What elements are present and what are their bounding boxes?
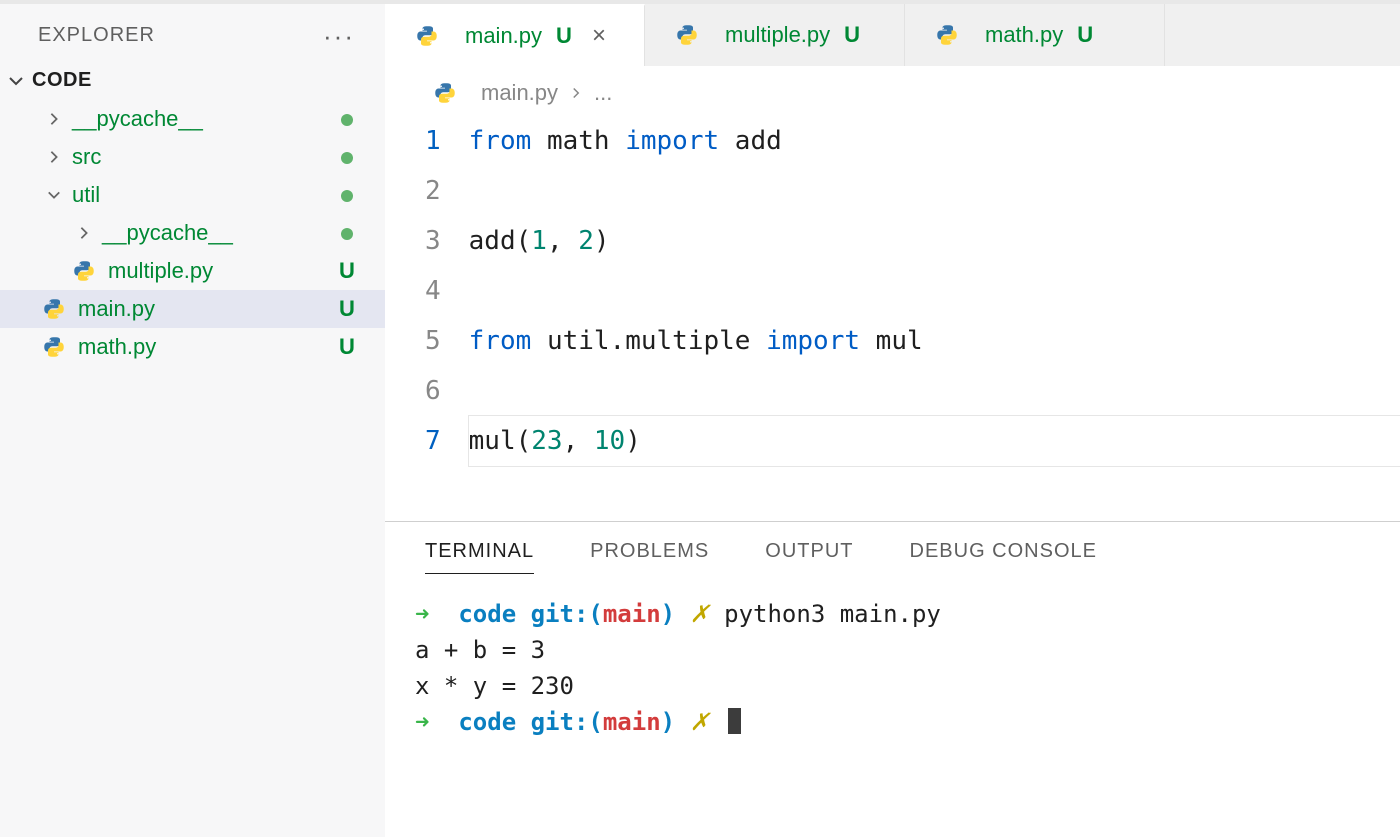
tree-folder-src[interactable]: src xyxy=(0,138,385,176)
bottom-panel: TERMINAL PROBLEMS OUTPUT DEBUG CONSOLE ➜ co… xyxy=(385,521,1400,837)
tree-item-label: main.py xyxy=(78,296,327,322)
breadcrumb-file: main.py xyxy=(481,80,558,106)
prompt-branch: main xyxy=(603,708,661,736)
python-icon xyxy=(72,259,96,283)
chevron-right-icon xyxy=(72,226,96,240)
terminal-line: ➜ code git:(main) ✗ python3 main.py xyxy=(415,596,1400,632)
python-icon xyxy=(415,24,439,48)
python-icon xyxy=(42,335,66,359)
tree-folder--pycache-[interactable]: __pycache__ xyxy=(0,214,385,252)
code-line xyxy=(469,166,1400,216)
code-line: mul(23, 10) xyxy=(469,416,1400,466)
line-number: 6 xyxy=(425,366,441,416)
prompt-arrow-icon: ➜ xyxy=(415,708,429,736)
panel-tab-terminal[interactable]: TERMINAL xyxy=(425,540,534,574)
terminal-cursor xyxy=(728,708,741,734)
line-number: 1 xyxy=(425,116,441,166)
explorer-more-icon[interactable]: ··· xyxy=(323,31,355,41)
prompt-dirty-icon: ✗ xyxy=(690,708,710,736)
chevron-down-icon xyxy=(8,73,24,89)
prompt-branch: main xyxy=(603,600,661,628)
line-number: 4 xyxy=(425,266,441,316)
breadcrumb-tail: ... xyxy=(594,80,612,106)
code-line: add(1, 2) xyxy=(469,216,1400,266)
terminal-line: ➜ code git:(main) ✗ xyxy=(415,704,1400,740)
git-untracked-badge: U xyxy=(844,22,860,48)
prompt-git: git:( xyxy=(531,600,603,628)
terminal-command: python3 main.py xyxy=(724,600,941,628)
explorer-header: EXPLORER ··· xyxy=(0,10,385,65)
prompt-git: git:( xyxy=(531,708,603,736)
tree-item-label: multiple.py xyxy=(108,258,327,284)
git-untracked-badge: U xyxy=(327,296,367,322)
python-icon xyxy=(675,23,699,47)
git-untracked-badge: U xyxy=(327,334,367,360)
terminal-content[interactable]: ➜ code git:(main) ✗ python3 main.pya + b… xyxy=(385,586,1400,837)
prompt-arrow-icon: ➜ xyxy=(415,600,429,628)
tab-label: main.py xyxy=(465,23,542,49)
prompt-cwd: code xyxy=(458,708,516,736)
tree-folder--pycache-[interactable]: __pycache__ xyxy=(0,100,385,138)
git-untracked-badge: U xyxy=(327,258,367,284)
python-icon xyxy=(433,81,457,105)
chevron-down-icon xyxy=(42,188,66,202)
tab-label: math.py xyxy=(985,22,1063,48)
tree-item-label: math.py xyxy=(78,334,327,360)
chevron-right-icon xyxy=(42,150,66,164)
prompt-cwd: code xyxy=(458,600,516,628)
code-line: from util.multiple import mul xyxy=(469,316,1400,366)
line-number: 5 xyxy=(425,316,441,366)
panel-tab-problems[interactable]: PROBLEMS xyxy=(590,540,709,574)
git-untracked-badge: U xyxy=(1077,22,1093,48)
tree-item-label: __pycache__ xyxy=(72,106,327,132)
chevron-right-icon xyxy=(570,82,582,105)
tree-item-label: src xyxy=(72,144,327,170)
tree-item-label: util xyxy=(72,182,327,208)
git-modified-dot xyxy=(327,182,367,208)
tab-main-py[interactable]: main.py U × xyxy=(385,4,645,66)
prompt-dirty-icon: ✗ xyxy=(690,600,710,628)
code-line xyxy=(469,366,1400,416)
python-icon xyxy=(42,297,66,321)
terminal-output-line: a + b = 3 xyxy=(415,632,1400,668)
python-icon xyxy=(935,23,959,47)
code-editor[interactable]: 1234567 from math import add add(1, 2) f… xyxy=(385,112,1400,521)
git-modified-dot xyxy=(327,106,367,132)
tree-folder-util[interactable]: util xyxy=(0,176,385,214)
tree-file-math-py[interactable]: math.pyU xyxy=(0,328,385,366)
line-number: 2 xyxy=(425,166,441,216)
line-number: 7 xyxy=(425,416,441,466)
terminal-output-line: x * y = 230 xyxy=(415,668,1400,704)
breadcrumb[interactable]: main.py ... xyxy=(385,66,1400,112)
line-number: 3 xyxy=(425,216,441,266)
panel-tabs: TERMINAL PROBLEMS OUTPUT DEBUG CONSOLE xyxy=(385,522,1400,586)
tab-label: multiple.py xyxy=(725,22,830,48)
close-icon[interactable]: × xyxy=(592,22,606,50)
code-line xyxy=(469,266,1400,316)
tree-file-multiple-py[interactable]: multiple.pyU xyxy=(0,252,385,290)
code-content: from math import add add(1, 2) from util… xyxy=(469,116,1400,521)
line-gutter: 1234567 xyxy=(411,116,469,521)
git-untracked-badge: U xyxy=(556,23,572,49)
explorer-sidebar: EXPLORER ··· CODE __pycache__srcutil__py… xyxy=(0,0,385,837)
chevron-right-icon xyxy=(42,112,66,126)
tree-file-main-py[interactable]: main.pyU xyxy=(0,290,385,328)
panel-tab-debug-console[interactable]: DEBUG CONSOLE xyxy=(910,540,1097,574)
explorer-section-title: CODE xyxy=(32,69,92,92)
file-tree: __pycache__srcutil__pycache__multiple.py… xyxy=(0,100,385,386)
git-modified-dot xyxy=(327,144,367,170)
editor-area: main.py U × multiple.py Umath.py U main.py ..… xyxy=(385,0,1400,837)
panel-tab-output[interactable]: OUTPUT xyxy=(765,540,853,574)
tab-multiple-py[interactable]: multiple.py U xyxy=(645,4,905,66)
code-line: from math import add xyxy=(469,116,1400,166)
explorer-section[interactable]: CODE xyxy=(0,65,385,100)
tree-item-label: __pycache__ xyxy=(102,220,327,246)
editor-tabs: main.py U × multiple.py Umath.py U xyxy=(385,4,1400,66)
tab-math-py[interactable]: math.py U xyxy=(905,4,1165,66)
app-root: EXPLORER ··· CODE __pycache__srcutil__py… xyxy=(0,0,1400,837)
git-modified-dot xyxy=(327,220,367,246)
explorer-title: EXPLORER xyxy=(38,24,155,47)
